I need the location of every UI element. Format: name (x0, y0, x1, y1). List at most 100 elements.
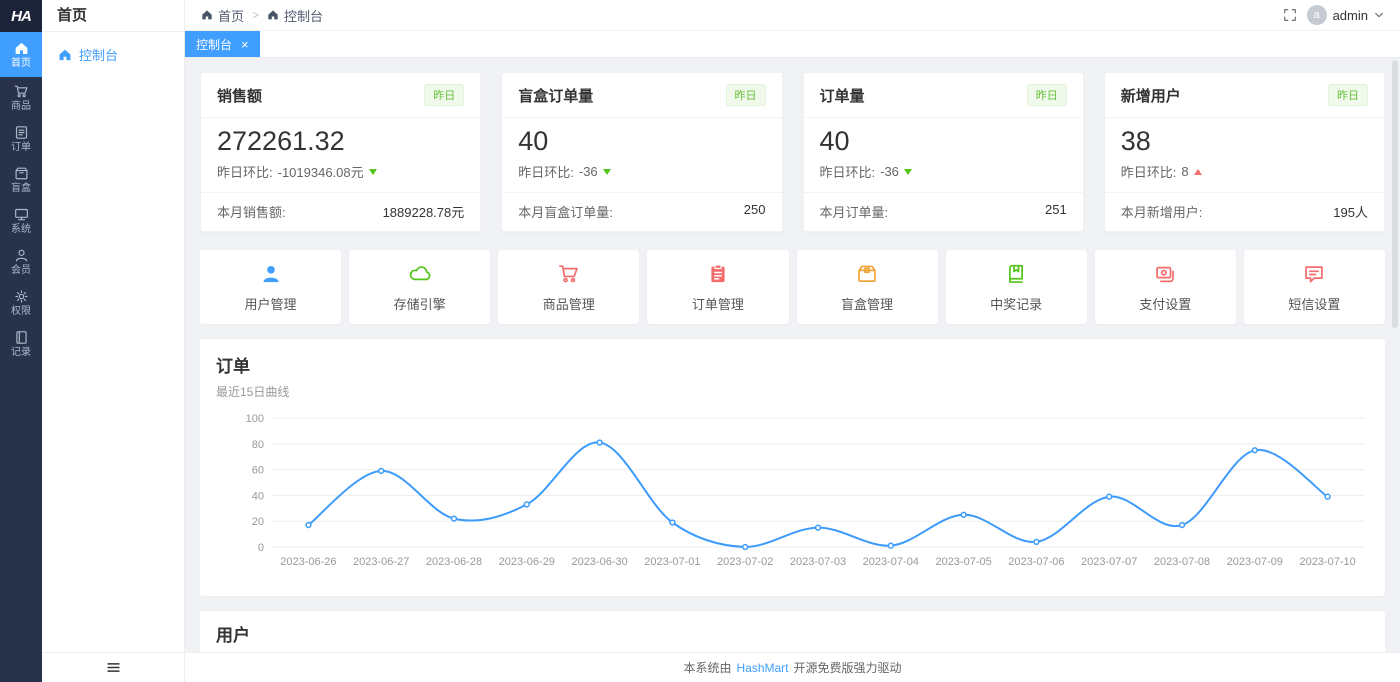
tab-label: 控制台 (196, 36, 232, 53)
stat-card-header: 销售额 昨日 (201, 73, 480, 118)
footer-link[interactable]: HashMart (736, 661, 788, 675)
shortcut-label: 订单管理 (692, 294, 744, 313)
primary-sidebar: HA 首页 商品 订单 盲盒 系统 会员 权限 记录 (0, 0, 42, 682)
app-logo[interactable]: HA (0, 0, 42, 32)
page-footer: 本系统由 HashMart 开源免费版强力驱动 (185, 652, 1400, 682)
x-axis-tick-label: 2023-06-27 (353, 556, 409, 568)
data-point-marker (1034, 539, 1039, 544)
shortcut-支付设置[interactable]: 支付设置 (1095, 250, 1236, 324)
status-badge: 昨日 (1027, 84, 1067, 106)
sidebar-item-首页[interactable]: 首页 (0, 32, 42, 77)
shortcut-label: 短信设置 (1288, 294, 1340, 313)
stat-compare: 昨日环比: -36 (518, 162, 765, 181)
sidebar-item-label: 订单 (11, 143, 31, 153)
tab-console[interactable]: 控制台 × (185, 31, 260, 57)
sidebar-item-label: 首页 (11, 59, 31, 69)
x-axis-tick-label: 2023-06-26 (280, 556, 336, 568)
shortcut-短信设置[interactable]: 短信设置 (1244, 250, 1385, 324)
status-badge: 昨日 (424, 84, 464, 106)
clipboard-icon (707, 263, 729, 285)
data-point-marker (670, 520, 675, 525)
x-axis-tick-label: 2023-07-10 (1299, 556, 1355, 568)
footer-label: 本月销售额: (217, 202, 286, 221)
compare-value: 8 (1181, 164, 1188, 179)
topbar: 首页> 控制台 a admin (185, 0, 1400, 31)
shortcut-label: 支付设置 (1139, 294, 1191, 313)
stat-card-body: 38 昨日环比: 8 (1105, 118, 1384, 192)
avatar: a (1307, 5, 1327, 25)
footer-value: 195人 (1333, 202, 1368, 221)
footer-value: 251 (1045, 202, 1067, 221)
sidebar-item-记录[interactable]: 记录 (0, 323, 42, 364)
breadcrumb-item[interactable]: 控制台 (267, 6, 323, 25)
sidebar-collapse-button[interactable] (42, 652, 184, 682)
shortcut-存储引擎[interactable]: 存储引擎 (349, 250, 490, 324)
gear-icon (14, 289, 29, 304)
sidebar-item-会员[interactable]: 会员 (0, 241, 42, 282)
data-point-marker (961, 512, 966, 517)
cart-icon (558, 263, 580, 285)
fullscreen-icon[interactable] (1283, 8, 1297, 22)
sidebar-item-订单[interactable]: 订单 (0, 118, 42, 159)
primary-nav: 首页 商品 订单 盲盒 系统 会员 权限 记录 (0, 32, 42, 364)
y-axis-tick-label: 40 (252, 490, 264, 502)
scrollbar-thumb[interactable] (1392, 60, 1398, 328)
shortcut-用户管理[interactable]: 用户管理 (200, 250, 341, 324)
data-point-marker (379, 468, 384, 473)
shortcut-商品管理[interactable]: 商品管理 (498, 250, 639, 324)
user-icon (14, 248, 29, 263)
sidebar-item-商品[interactable]: 商品 (0, 77, 42, 118)
compare-value: -36 (579, 164, 598, 179)
footer-label: 本月盲盒订单量: (518, 202, 613, 221)
message-icon (1303, 263, 1325, 285)
breadcrumb-item[interactable]: 首页 (201, 6, 244, 25)
user-menu[interactable]: a admin (1307, 5, 1384, 25)
footer-label: 本月订单量: (820, 202, 889, 221)
sidebar-item-label: 控制台 (79, 45, 118, 64)
shortcut-盲盒管理[interactable]: 盲盒管理 (797, 250, 938, 324)
sidebar-item-盲盒[interactable]: 盲盒 (0, 159, 42, 200)
data-point-marker (1180, 523, 1185, 528)
sidebar-item-系统[interactable]: 系统 (0, 200, 42, 241)
x-axis-tick-label: 2023-07-01 (644, 556, 700, 568)
sidebar-item-label: 商品 (11, 102, 31, 112)
stat-compare: 昨日环比: -1019346.08元 (217, 162, 464, 181)
data-point-marker (1325, 494, 1330, 499)
compare-value: -36 (880, 164, 899, 179)
x-axis-tick-label: 2023-07-07 (1081, 556, 1137, 568)
chart-subtitle: 最近15日曲线 (216, 383, 1369, 400)
breadcrumb-label: 首页 (218, 6, 244, 25)
stat-card-header: 订单量 昨日 (804, 73, 1083, 118)
y-axis-tick-label: 100 (246, 413, 264, 425)
stat-card-row: 销售额 昨日 272261.32 昨日环比: -1019346.08元 本月销售… (200, 72, 1385, 232)
shortcut-中奖记录[interactable]: 中奖记录 (946, 250, 1087, 324)
status-badge: 昨日 (1328, 84, 1368, 106)
stat-card-title: 新增用户 (1121, 85, 1181, 106)
stat-card-body: 40 昨日环比: -36 (502, 118, 781, 192)
footer-value: 250 (744, 202, 766, 221)
stat-card-title: 订单量 (820, 85, 865, 106)
stat-compare: 昨日环比: 8 (1121, 162, 1368, 181)
data-point-marker (597, 440, 602, 445)
hamburger-icon (106, 660, 121, 675)
record-icon (14, 330, 29, 345)
close-icon[interactable]: × (241, 38, 249, 51)
stat-card-订单量: 订单量 昨日 40 昨日环比: -36 本月订单量: 251 (803, 72, 1084, 232)
data-point-marker (306, 523, 311, 528)
shortcut-label: 用户管理 (245, 294, 297, 313)
trend-down-icon (904, 169, 912, 175)
shortcut-label: 存储引擎 (394, 294, 446, 313)
sidebar-item-权限[interactable]: 权限 (0, 282, 42, 323)
stat-card-footer: 本月销售额: 1889228.78元 (201, 192, 480, 231)
box-icon (14, 166, 29, 181)
x-axis-tick-label: 2023-06-29 (499, 556, 555, 568)
shortcut-订单管理[interactable]: 订单管理 (647, 250, 788, 324)
data-point-marker (816, 525, 821, 530)
sidebar-item-console[interactable]: 控制台 (42, 32, 184, 77)
trend-up-icon (1194, 169, 1202, 175)
sidebar-item-label: 盲盒 (11, 184, 31, 194)
shortcut-label: 中奖记录 (990, 294, 1042, 313)
page-title: 首页 (42, 0, 184, 32)
x-axis-tick-label: 2023-07-06 (1008, 556, 1064, 568)
orders-line-chart: 1008060402002023-06-262023-06-272023-06-… (216, 410, 1369, 586)
